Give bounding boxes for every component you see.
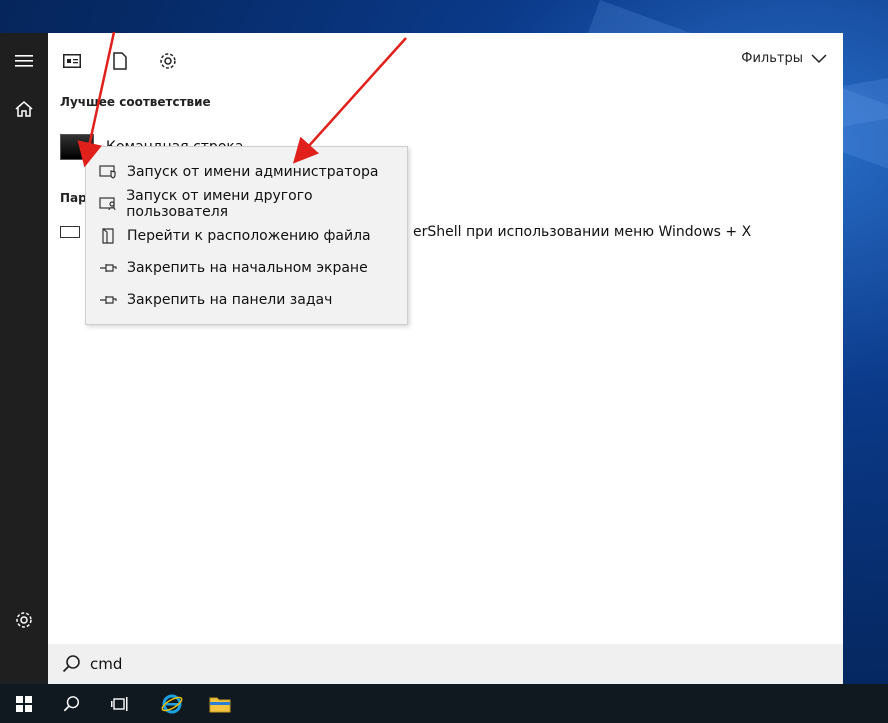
annotation-arrow xyxy=(292,37,407,164)
annotation-arrow xyxy=(77,31,116,168)
annotation-arrows xyxy=(77,31,407,168)
